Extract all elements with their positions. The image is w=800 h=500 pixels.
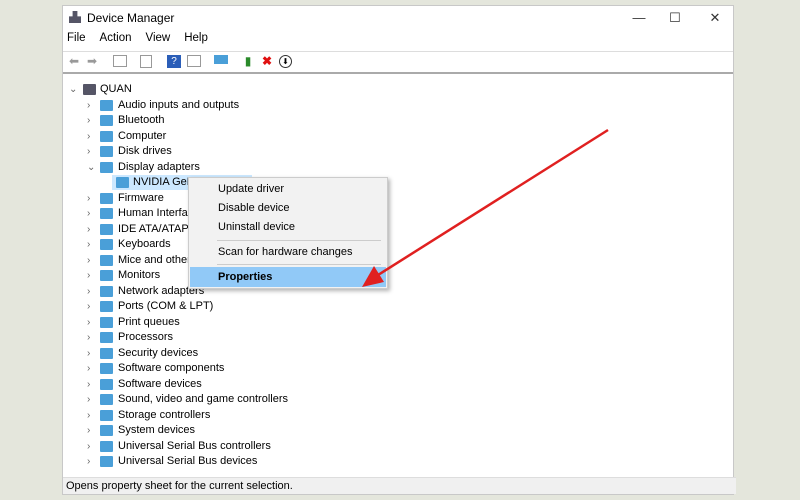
arrow-shaft xyxy=(377,128,609,277)
annotation-arrow xyxy=(362,128,609,287)
arrow-head xyxy=(362,266,384,287)
